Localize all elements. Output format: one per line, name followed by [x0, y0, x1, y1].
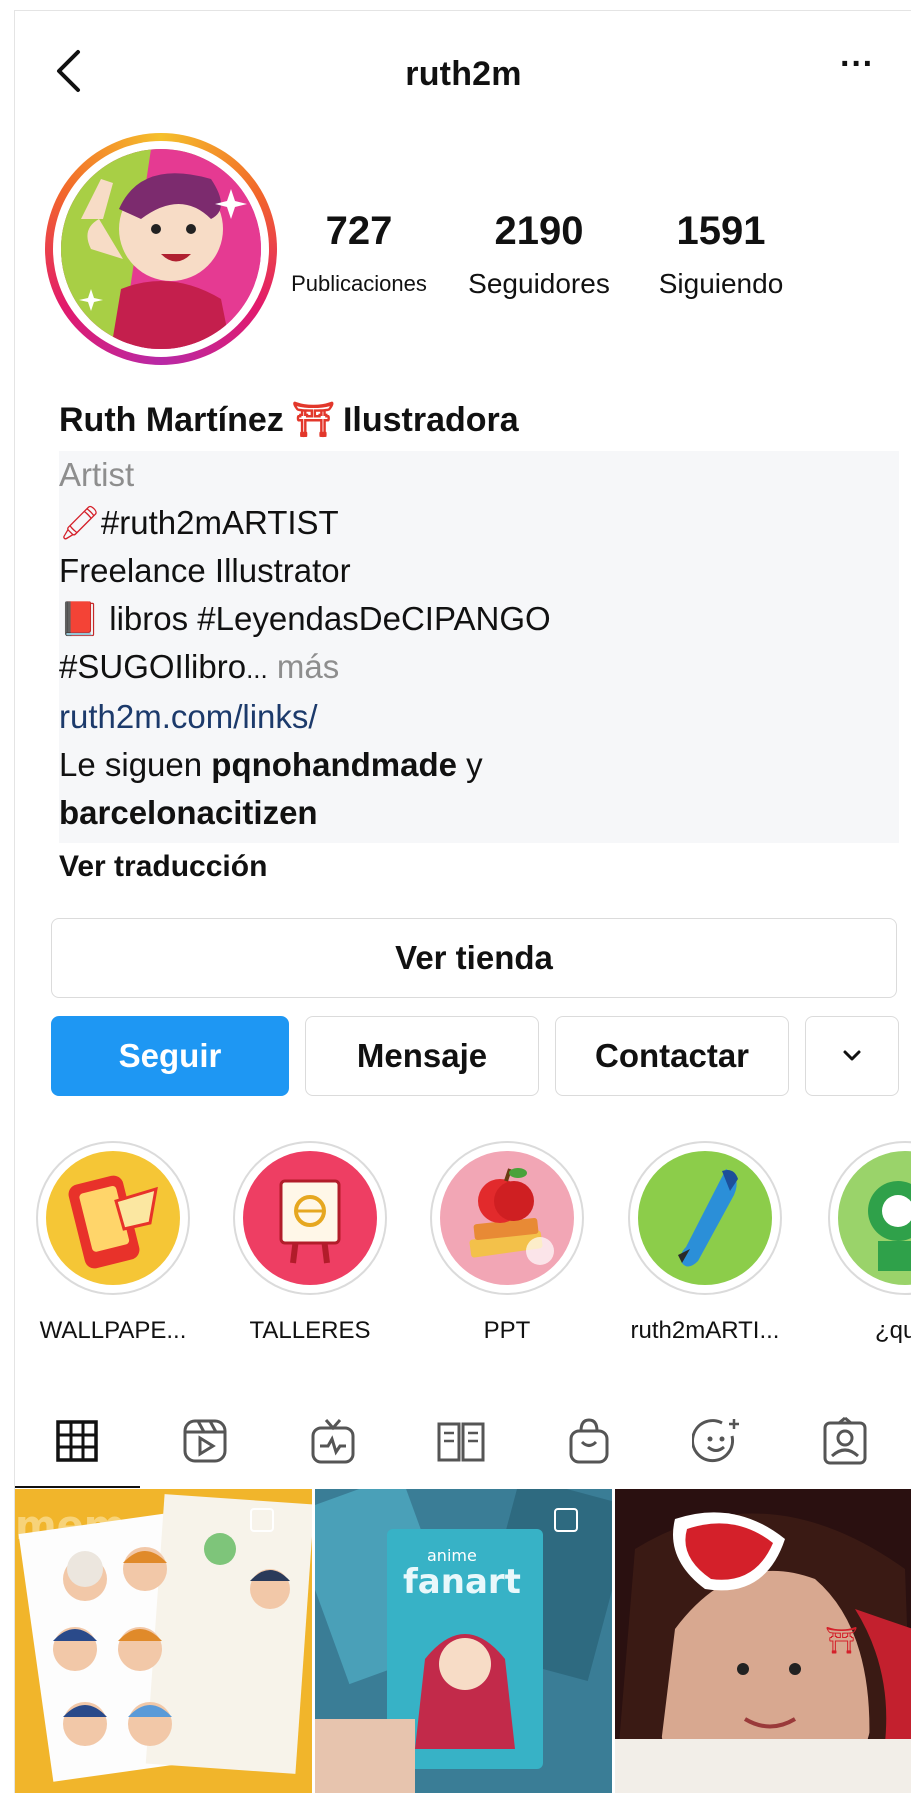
- tagged-icon: [823, 1416, 867, 1465]
- name-suffix-text: Ilustradora: [342, 401, 519, 439]
- avatar-image: [61, 149, 261, 349]
- tab-igtv[interactable]: [303, 1411, 363, 1471]
- easel-icon: [243, 1151, 377, 1285]
- reels-icon: [183, 1419, 227, 1463]
- followed-by-and: y: [466, 746, 483, 783]
- highlight-label: WALLPAPE...: [39, 1317, 187, 1344]
- contact-button[interactable]: Contactar: [555, 1016, 789, 1096]
- highlight-talleres[interactable]: TALLERES: [230, 1141, 390, 1345]
- books-text: libros #LeyendasDeCIPANGO: [109, 600, 551, 637]
- posts-grid: mem anime fanart ⛩: [15, 1489, 911, 1793]
- bio-header: Ruth Martínez ⛩ Ilustradora: [59, 396, 889, 444]
- highlight-label: ¿quié: [874, 1317, 911, 1344]
- stat-posts[interactable]: 727 Publicaciones: [271, 209, 447, 301]
- profile-category: Artist: [59, 456, 135, 493]
- profile-full-name: Ruth Martínez ⛩ Ilustradora: [59, 396, 889, 444]
- hashtag-ruth2martist[interactable]: #ruth2mARTIST: [101, 504, 339, 541]
- guides-icon: [437, 1422, 485, 1462]
- highlight-label: ruth2mARTI...: [630, 1317, 780, 1344]
- tab-shop[interactable]: [559, 1411, 619, 1471]
- character-icon: [838, 1151, 911, 1285]
- ellipsis: ...: [246, 654, 268, 684]
- highlight-label: PPT: [483, 1317, 531, 1344]
- see-translation-link[interactable]: Ver traducción: [59, 843, 267, 891]
- bio-text: Artist 🖍#ruth2mARTIST Freelance Illustra…: [59, 451, 899, 837]
- posts-label: Publicaciones: [291, 271, 427, 296]
- following-count: 1591: [676, 209, 766, 253]
- bio-line-role: Freelance Illustrator: [59, 552, 351, 589]
- igtv-icon: [311, 1419, 355, 1464]
- followed-by-user[interactable]: barcelonacitizen: [59, 789, 899, 837]
- suggestions-dropdown-button[interactable]: [805, 1016, 899, 1096]
- post-thumbnail[interactable]: anime fanart: [315, 1489, 612, 1793]
- top-bar: ruth2m ···: [15, 11, 911, 141]
- post-thumbnail[interactable]: mem: [15, 1489, 312, 1793]
- bio-line-books: 📕 libros #LeyendasDeCIPANGO: [59, 595, 899, 643]
- avatar[interactable]: [45, 133, 277, 365]
- stat-followers[interactable]: 2190 Seguidores: [447, 209, 631, 301]
- more-options-button[interactable]: ···: [827, 47, 887, 89]
- apple-books-icon: [440, 1151, 574, 1285]
- highlight-quien[interactable]: ¿quié: [825, 1141, 911, 1345]
- follow-button[interactable]: Seguir: [51, 1016, 289, 1096]
- tab-reels[interactable]: [175, 1411, 235, 1471]
- followers-count: 2190: [494, 209, 584, 253]
- more-link[interactable]: más: [277, 648, 339, 685]
- bio-line-hashtag: 🖍#ruth2mARTIST: [59, 499, 899, 547]
- message-button[interactable]: Mensaje: [305, 1016, 539, 1096]
- followed-by-prefix: Le siguen: [59, 746, 203, 783]
- effects-icon: [692, 1419, 739, 1463]
- highlight-ruth2martist[interactable]: ruth2mARTI...: [625, 1141, 785, 1345]
- followers-label: Seguidores: [468, 268, 610, 299]
- book-icon: 📕: [59, 600, 101, 637]
- stat-following[interactable]: 1591 Siguiendo: [633, 209, 809, 301]
- brush-icon: [638, 1151, 772, 1285]
- torii-icon: ⛩: [825, 1626, 858, 1656]
- followed-by[interactable]: Le siguen pqnohandmade y: [59, 741, 899, 789]
- grid-icon: [56, 1420, 98, 1462]
- phone-icon: [46, 1151, 180, 1285]
- tab-tagged[interactable]: [815, 1411, 875, 1471]
- profile-tabs: [15, 1401, 911, 1486]
- followed-by-user[interactable]: pqnohandmade: [211, 746, 457, 783]
- following-label: Siguiendo: [658, 268, 784, 299]
- shop-icon: [569, 1418, 609, 1464]
- view-shop-button[interactable]: Ver tienda: [51, 918, 897, 998]
- highlight-wallpapers[interactable]: WALLPAPE...: [33, 1141, 193, 1345]
- posts-count: 727: [325, 209, 393, 253]
- website-link[interactable]: ruth2m.com/links/: [59, 693, 899, 741]
- highlight-label: TALLERES: [249, 1317, 371, 1344]
- tab-grid[interactable]: [47, 1411, 107, 1471]
- profile-username: ruth2m: [405, 55, 522, 93]
- chevron-down-icon: [843, 1050, 861, 1061]
- post-thumbnail[interactable]: ⛩: [615, 1489, 911, 1793]
- hashtag-sugoilibro[interactable]: #SUGOIlibro: [59, 648, 246, 685]
- active-tab-indicator: [15, 1486, 140, 1488]
- tab-effects[interactable]: [687, 1411, 747, 1471]
- crayon-icon: 🖍: [59, 504, 101, 541]
- bio-line-sugoi: #SUGOIlibro... más: [59, 643, 899, 693]
- torii-icon: ⛩: [291, 401, 335, 439]
- name-text: Ruth Martínez: [59, 401, 284, 439]
- profile-screen: ruth2m ··· 727 Publicaciones 2190 Seguid…: [14, 10, 911, 1793]
- highlight-ppt[interactable]: PPT: [427, 1141, 587, 1345]
- tab-guides[interactable]: [431, 1411, 491, 1471]
- post-text: fanart: [403, 1562, 521, 1602]
